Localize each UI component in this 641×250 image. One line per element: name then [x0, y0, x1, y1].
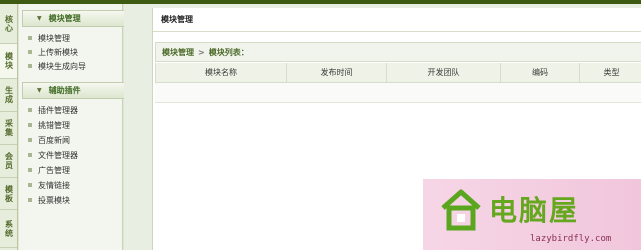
vtab-module-label: 模块: [4, 52, 14, 70]
chevron-down-icon: ▼: [37, 87, 42, 94]
sidebar-item-label: 友情链接: [38, 180, 70, 190]
column-header-publish-time[interactable]: 发布时间: [287, 63, 387, 82]
house-logo-icon: [441, 189, 481, 231]
vertical-tab-strip: 核心 模块 生成 采集 会员 模板 系统: [0, 4, 18, 250]
watermark-url: lazybirdfly.com: [530, 234, 612, 244]
sidebar-item-upload-module[interactable]: 上传新模块: [28, 46, 78, 58]
column-header-module-name[interactable]: 模块名称: [156, 63, 287, 82]
sidebar-item-baidu-news[interactable]: 百度新闻: [28, 134, 70, 146]
vtab-system[interactable]: 系统: [0, 210, 17, 248]
bullet-icon: [28, 50, 32, 54]
vtab-generate[interactable]: 生成: [0, 79, 17, 112]
page-title: 模块管理: [153, 8, 641, 32]
sidebar-item-friend-links[interactable]: 友情链接: [28, 179, 70, 191]
sidebar-item-label: 百度新闻: [38, 135, 70, 145]
vtab-template-label: 模板: [4, 184, 14, 203]
table-row: [155, 83, 641, 103]
vtab-core[interactable]: 核心: [0, 4, 17, 44]
group-title: 辅助插件: [48, 86, 81, 95]
bullet-icon: [28, 168, 32, 172]
group-header-plugins[interactable]: ▼ 辅助插件: [22, 82, 137, 99]
breadcrumb-current: 模块列表：: [208, 47, 249, 57]
watermark: 电脑屋 lazybirdfly.com: [423, 179, 641, 250]
vtab-module[interactable]: 模块: [0, 44, 17, 79]
sidebar-item-label: 模块管理: [38, 33, 70, 43]
sidebar-item-vote-module[interactable]: 投票模块: [28, 194, 70, 206]
vtab-collect-label: 采集: [4, 119, 14, 137]
table-header: 模块名称 发布时间 开发团队 编码 类型: [155, 63, 641, 83]
chevron-down-icon: ▼: [37, 15, 42, 22]
vtab-generate-label: 生成: [4, 86, 14, 104]
sidebar-item-label: 模块生成向导: [38, 61, 86, 71]
bullet-icon: [28, 108, 32, 112]
group-title: 模块管理: [48, 14, 81, 23]
vtab-system-label: 系统: [4, 219, 14, 238]
column-header-type[interactable]: 类型: [580, 63, 641, 82]
bullet-icon: [28, 138, 32, 142]
sidebar-item-label: 挑错管理: [38, 120, 70, 130]
bullet-icon: [28, 36, 32, 40]
bullet-icon: [28, 64, 32, 68]
column-header-encoding[interactable]: 编码: [501, 63, 580, 82]
sidebar: ▼ 模块管理 模块管理 上传新模块 模块生成向导 ▼ 辅助插件 插件管理器 挑错…: [19, 4, 137, 250]
breadcrumb: 模块管理 > 模块列表：: [155, 42, 641, 62]
sidebar-item-label: 插件管理器: [38, 105, 78, 115]
sidebar-item-label: 上传新模块: [38, 47, 78, 57]
vtab-member-label: 会员: [4, 152, 14, 170]
bullet-icon: [28, 153, 32, 157]
group-header-module-manage[interactable]: ▼ 模块管理: [22, 10, 137, 27]
sidebar-item-file-manager[interactable]: 文件管理器: [28, 149, 78, 161]
bullet-icon: [28, 198, 32, 202]
sidebar-item-label: 投票模块: [38, 195, 70, 205]
sidebar-item-module-manage[interactable]: 模块管理: [28, 32, 70, 44]
column-header-dev-team[interactable]: 开发团队: [387, 63, 501, 82]
sidebar-item-module-wizard[interactable]: 模块生成向导: [28, 60, 86, 72]
vtab-core-label: 核心: [4, 14, 14, 33]
sidebar-item-label: 广告管理: [38, 165, 70, 175]
breadcrumb-separator: >: [198, 47, 205, 57]
breadcrumb-root[interactable]: 模块管理: [162, 47, 194, 58]
sidebar-item-plugin-manager[interactable]: 插件管理器: [28, 104, 78, 116]
sidebar-item-error-manage[interactable]: 挑错管理: [28, 119, 70, 131]
watermark-text: 电脑屋: [489, 194, 580, 227]
bullet-icon: [28, 123, 32, 127]
sidebar-item-label: 文件管理器: [38, 150, 78, 160]
vtab-collect[interactable]: 采集: [0, 112, 17, 145]
bullet-icon: [28, 183, 32, 187]
vtab-member[interactable]: 会员: [0, 145, 17, 178]
vtab-template[interactable]: 模板: [0, 178, 17, 210]
sidebar-item-ad-manage[interactable]: 广告管理: [28, 164, 70, 176]
